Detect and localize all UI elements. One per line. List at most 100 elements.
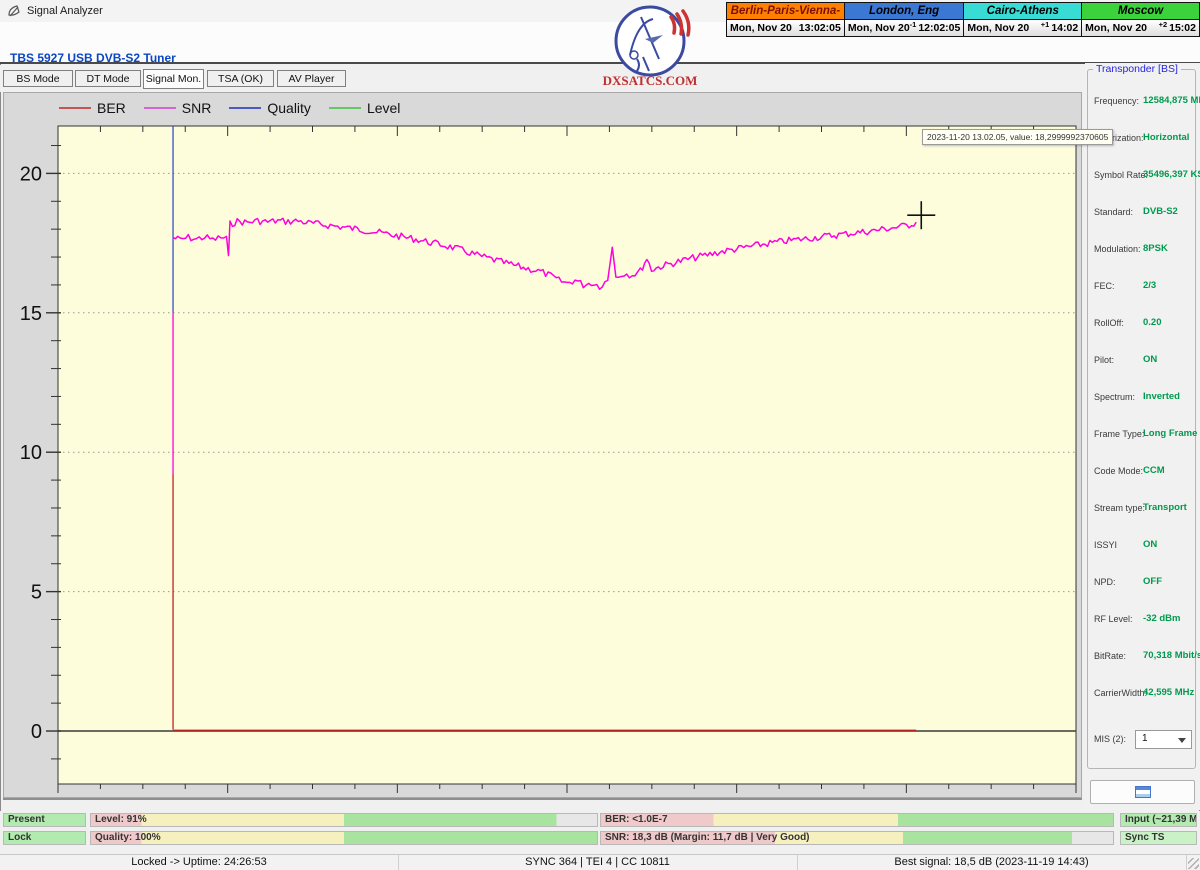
- y-tick-label: 20: [20, 163, 42, 185]
- mis-row: MIS (2): 1: [1088, 730, 1197, 750]
- statusbar-segment-1: SYNC 364 | TEI 4 | CC 10811: [398, 855, 798, 870]
- monitor-bars: Present Level: 91%BER: <1.0E-7 Input (~21,…: [0, 811, 1200, 854]
- logo-text: DXSATCS.COM: [603, 73, 698, 88]
- transponder-field-rolloff: RollOff: 0.20: [1088, 318, 1197, 332]
- transponder-field-frequency: Frequency: 12584,875 MHz: [1088, 96, 1197, 110]
- bar-present: Present: [3, 813, 86, 827]
- field-label: Symbol Rate:: [1094, 170, 1148, 180]
- field-value: Inverted: [1143, 391, 1180, 402]
- field-value: DVB-S2: [1143, 206, 1178, 217]
- field-value: 0.20: [1143, 317, 1162, 328]
- resize-grip[interactable]: [1188, 858, 1199, 869]
- field-label: Frequency:: [1094, 96, 1139, 106]
- transponder-field-bitrate: BitRate:70,318 Mbit/s: [1088, 651, 1197, 665]
- tab-bar: BS ModeDT ModeSignal Mon.TSA (OK)AV Play…: [0, 65, 1082, 92]
- field-label: Code Mode:: [1094, 466, 1143, 476]
- transponder-field-symbolrate: Symbol Rate:35496,397 KS/s: [1088, 170, 1197, 184]
- mis-label: MIS (2):: [1094, 734, 1126, 744]
- save-icon: [1135, 786, 1151, 798]
- field-label: Standard:: [1094, 207, 1133, 217]
- field-value: -32 dBm: [1143, 613, 1180, 624]
- dxsatcs-logo: DXSATCS.COM: [597, 3, 703, 89]
- tab-signal-mon-[interactable]: Signal Mon.: [143, 69, 204, 89]
- transponder-field-pilot: Pilot: ON: [1088, 355, 1197, 369]
- field-value: ON: [1143, 354, 1157, 365]
- tab-bs-mode[interactable]: BS Mode: [3, 70, 73, 87]
- transponder-field-carrierwidth: CarrierWidth:42,595 MHz: [1088, 688, 1197, 702]
- field-value: 8PSK: [1143, 243, 1168, 254]
- y-tick-label: 15: [20, 303, 42, 325]
- clock-city-label: Moscow: [1082, 3, 1199, 20]
- transponder-field-codemode: Code Mode:CCM: [1088, 466, 1197, 480]
- transponder-field-standard: Standard: DVB-S2: [1088, 207, 1197, 221]
- field-label: NPD:: [1094, 577, 1116, 587]
- tab-av-player[interactable]: AV Player: [277, 70, 346, 87]
- clock-time: 13:02:05: [799, 22, 841, 34]
- field-label: Spectrum:: [1094, 392, 1135, 402]
- statusbar-segment-0: Locked -> Uptime: 24:26:53: [0, 855, 399, 870]
- clock-date: Mon, Nov 20: [730, 22, 792, 34]
- clock-city-label: London, Eng: [845, 3, 964, 20]
- clock-date: Mon, Nov 20: [967, 22, 1029, 34]
- clock-time-row: Mon, Nov 20 +215:02: [1082, 20, 1199, 36]
- clock-london-eng: London, EngMon, Nov 20-112:02:05: [844, 2, 965, 37]
- chevron-down-icon: [1178, 738, 1186, 743]
- transponder-field-spectrum: Spectrum: Inverted: [1088, 392, 1197, 406]
- field-label: CarrierWidth:: [1094, 688, 1147, 698]
- field-label: RF Level:: [1094, 614, 1133, 624]
- field-value: Transport: [1143, 502, 1187, 513]
- field-value: 12584,875 MHz: [1143, 95, 1200, 106]
- bar-lock: Lock: [3, 831, 86, 845]
- bar-level: Level: 91%: [90, 813, 598, 827]
- bar-quality: Quality: 100%: [90, 831, 598, 845]
- field-label: Pilot:: [1094, 355, 1114, 365]
- field-label: BitRate:: [1094, 651, 1126, 661]
- tab-tsa-ok-[interactable]: TSA (OK): [207, 70, 274, 87]
- clock-date: Mon, Nov 20: [1085, 22, 1147, 34]
- field-value: Horizontal: [1143, 132, 1189, 143]
- clock-cairo-athens: Cairo-Athens Mon, Nov 20 +114:02: [963, 2, 1082, 37]
- utc-offset: +2: [1159, 20, 1168, 29]
- bar-input: Input (~21,39 Mbps): [1120, 813, 1197, 827]
- mis-dropdown[interactable]: 1: [1135, 730, 1192, 749]
- utc-offset: -1: [910, 20, 917, 29]
- transponder-field-modulation: Modulation:8PSK: [1088, 244, 1197, 258]
- field-label: Stream type:: [1094, 503, 1145, 513]
- field-label: ISSYI: [1094, 540, 1117, 550]
- y-tick-label: 0: [31, 721, 42, 743]
- clock-time: 14:02: [1051, 22, 1078, 34]
- field-label: Modulation:: [1094, 244, 1141, 254]
- clock-city-label: Cairo-Athens: [964, 3, 1081, 20]
- mis-value: 1: [1142, 733, 1148, 744]
- clock-time-row: Mon, Nov 20 +114:02: [964, 20, 1081, 36]
- plot-area: [58, 126, 1076, 784]
- field-label: RollOff:: [1094, 318, 1124, 328]
- clock-time-row: Mon, Nov 20 13:02:05: [727, 20, 844, 36]
- transponder-field-npd: NPD:OFF: [1088, 577, 1197, 591]
- status-bar: Locked -> Uptime: 24:26:53SYNC 364 | TEI…: [0, 854, 1200, 870]
- transponder-groupbox: Transponder [BS] Frequency:12584,875 MHz…: [1087, 69, 1196, 769]
- transponder-field-issyi: ISSYI ON: [1088, 540, 1197, 554]
- transponder-field-streamtype: Stream type:Transport: [1088, 503, 1197, 517]
- export-button[interactable]: [1090, 780, 1195, 804]
- sidebar: Transponder [BS] Frequency: 12584,875 MHz…: [1085, 63, 1200, 810]
- bar-snr: SNR: 18,3 dB (Margin: 11,7 dB | Very Goo…: [600, 831, 1114, 845]
- field-value: ON: [1143, 539, 1157, 550]
- world-clock-bar: Berlin-Paris-Vienna-RomaMon, Nov 2013:02…: [727, 2, 1200, 37]
- field-value: Long Frame: [1143, 428, 1197, 439]
- clock-time: 15:02: [1169, 22, 1196, 34]
- tab-dt-mode[interactable]: DT Mode: [75, 70, 141, 87]
- field-value: 42,595 MHz: [1143, 687, 1194, 698]
- transponder-title: Transponder [BS]: [1093, 63, 1181, 75]
- field-value: CCM: [1143, 465, 1165, 476]
- clock-date: Mon, Nov 20: [848, 22, 910, 34]
- signal-monitor-panel: BERSNRQualityLevel 05101520: [3, 92, 1082, 798]
- utc-offset: +1: [1041, 20, 1050, 29]
- bar-ber: BER: <1.0E-7: [600, 813, 1114, 827]
- y-tick-label: 10: [20, 442, 42, 464]
- window-title: Signal Analyzer: [27, 0, 103, 22]
- field-label: FEC:: [1094, 281, 1115, 291]
- field-label: Frame Type:: [1094, 429, 1144, 439]
- signal-chart[interactable]: 05101520: [4, 93, 1083, 799]
- clock-moscow: Moscow Mon, Nov 20 +215:02: [1081, 2, 1200, 37]
